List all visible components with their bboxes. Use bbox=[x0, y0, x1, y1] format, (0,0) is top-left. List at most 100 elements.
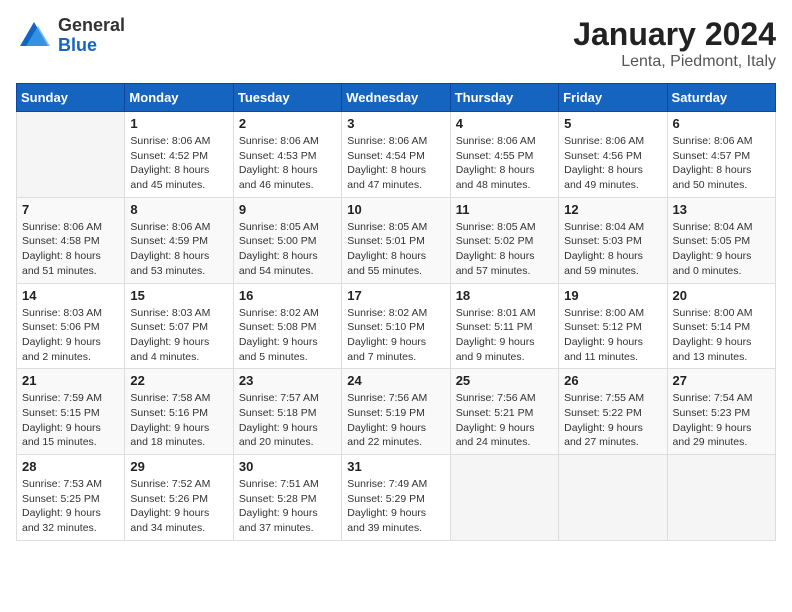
calendar-header: SundayMondayTuesdayWednesdayThursdayFrid… bbox=[17, 84, 776, 112]
calendar-cell: 19 Sunrise: 8:00 AMSunset: 5:12 PMDayligh… bbox=[559, 283, 667, 369]
day-number: 17 bbox=[347, 288, 444, 303]
calendar-cell: 27 Sunrise: 7:54 AMSunset: 5:23 PMDayligh… bbox=[667, 369, 775, 455]
day-number: 31 bbox=[347, 459, 444, 474]
calendar-table: SundayMondayTuesdayWednesdayThursdayFrid… bbox=[16, 83, 776, 541]
day-number: 19 bbox=[564, 288, 661, 303]
day-info: Sunrise: 8:06 AMSunset: 4:54 PMDaylight:… bbox=[347, 134, 444, 193]
calendar-cell: 22 Sunrise: 7:58 AMSunset: 5:16 PMDayligh… bbox=[125, 369, 233, 455]
day-info: Sunrise: 8:00 AMSunset: 5:14 PMDaylight:… bbox=[673, 306, 770, 365]
header-saturday: Saturday bbox=[667, 84, 775, 112]
day-number: 29 bbox=[130, 459, 227, 474]
header-tuesday: Tuesday bbox=[233, 84, 341, 112]
calendar-cell: 21 Sunrise: 7:59 AMSunset: 5:15 PMDayligh… bbox=[17, 369, 125, 455]
day-number: 26 bbox=[564, 373, 661, 388]
header-row: SundayMondayTuesdayWednesdayThursdayFrid… bbox=[17, 84, 776, 112]
day-info: Sunrise: 8:05 AMSunset: 5:00 PMDaylight:… bbox=[239, 220, 336, 279]
day-info: Sunrise: 7:57 AMSunset: 5:18 PMDaylight:… bbox=[239, 391, 336, 450]
calendar-cell bbox=[559, 455, 667, 541]
day-number: 6 bbox=[673, 116, 770, 131]
logo-icon bbox=[16, 18, 52, 54]
calendar-cell: 8Sunrise: 8:06 AMSunset: 4:59 PMDaylight… bbox=[125, 197, 233, 283]
calendar-cell: 26 Sunrise: 7:55 AMSunset: 5:22 PMDayligh… bbox=[559, 369, 667, 455]
calendar-cell: 4 Sunrise: 8:06 AMSunset: 4:55 PMDaylight… bbox=[450, 112, 558, 198]
day-number: 24 bbox=[347, 373, 444, 388]
calendar-week-1: 1Sunrise: 8:06 AMSunset: 4:52 PMDaylight… bbox=[17, 112, 776, 198]
calendar-cell: 23Sunrise: 7:57 AMSunset: 5:18 PMDayligh… bbox=[233, 369, 341, 455]
calendar-cell: 12 Sunrise: 8:04 AMSunset: 5:03 PMDayligh… bbox=[559, 197, 667, 283]
day-info: Sunrise: 8:06 AMSunset: 4:53 PMDaylight:… bbox=[239, 134, 336, 193]
day-number: 9 bbox=[239, 202, 336, 217]
calendar-cell: 2 Sunrise: 8:06 AMSunset: 4:53 PMDaylight… bbox=[233, 112, 341, 198]
day-number: 10 bbox=[347, 202, 444, 217]
day-number: 15 bbox=[130, 288, 227, 303]
logo: General Blue bbox=[16, 16, 125, 56]
calendar-week-2: 7 Sunrise: 8:06 AMSunset: 4:58 PMDaylight… bbox=[17, 197, 776, 283]
calendar-cell: 15 Sunrise: 8:03 AMSunset: 5:07 PMDayligh… bbox=[125, 283, 233, 369]
day-info: Sunrise: 7:56 AMSunset: 5:19 PMDaylight:… bbox=[347, 391, 444, 450]
calendar-cell: 14Sunrise: 8:03 AMSunset: 5:06 PMDayligh… bbox=[17, 283, 125, 369]
calendar-cell: 20 Sunrise: 8:00 AMSunset: 5:14 PMDayligh… bbox=[667, 283, 775, 369]
day-number: 2 bbox=[239, 116, 336, 131]
calendar-cell: 18 Sunrise: 8:01 AMSunset: 5:11 PMDayligh… bbox=[450, 283, 558, 369]
day-info: Sunrise: 8:00 AMSunset: 5:12 PMDaylight:… bbox=[564, 306, 661, 365]
day-number: 18 bbox=[456, 288, 553, 303]
day-number: 12 bbox=[564, 202, 661, 217]
day-number: 21 bbox=[22, 373, 119, 388]
header-thursday: Thursday bbox=[450, 84, 558, 112]
calendar-cell: 9 Sunrise: 8:05 AMSunset: 5:00 PMDaylight… bbox=[233, 197, 341, 283]
logo-blue: Blue bbox=[58, 36, 125, 56]
day-info: Sunrise: 8:02 AMSunset: 5:08 PMDaylight:… bbox=[239, 306, 336, 365]
header-wednesday: Wednesday bbox=[342, 84, 450, 112]
day-info: Sunrise: 7:53 AMSunset: 5:25 PMDaylight:… bbox=[22, 477, 119, 536]
calendar-cell: 24 Sunrise: 7:56 AMSunset: 5:19 PMDayligh… bbox=[342, 369, 450, 455]
calendar-cell: 6 Sunrise: 8:06 AMSunset: 4:57 PMDaylight… bbox=[667, 112, 775, 198]
calendar-cell: 30Sunrise: 7:51 AMSunset: 5:28 PMDayligh… bbox=[233, 455, 341, 541]
day-info: Sunrise: 8:05 AMSunset: 5:01 PMDaylight:… bbox=[347, 220, 444, 279]
day-info: Sunrise: 7:56 AMSunset: 5:21 PMDaylight:… bbox=[456, 391, 553, 450]
day-number: 16 bbox=[239, 288, 336, 303]
header-monday: Monday bbox=[125, 84, 233, 112]
day-number: 8 bbox=[130, 202, 227, 217]
day-info: Sunrise: 8:06 AMSunset: 4:57 PMDaylight:… bbox=[673, 134, 770, 193]
title-block: January 2024 Lenta, Piedmont, Italy bbox=[573, 16, 776, 71]
day-info: Sunrise: 8:03 AMSunset: 5:06 PMDaylight:… bbox=[22, 306, 119, 365]
day-number: 28 bbox=[22, 459, 119, 474]
day-number: 20 bbox=[673, 288, 770, 303]
page-header: General Blue January 2024 Lenta, Piedmon… bbox=[16, 16, 776, 71]
day-info: Sunrise: 8:06 AMSunset: 4:56 PMDaylight:… bbox=[564, 134, 661, 193]
day-number: 4 bbox=[456, 116, 553, 131]
day-number: 5 bbox=[564, 116, 661, 131]
day-info: Sunrise: 7:58 AMSunset: 5:16 PMDaylight:… bbox=[130, 391, 227, 450]
calendar-cell: 11Sunrise: 8:05 AMSunset: 5:02 PMDayligh… bbox=[450, 197, 558, 283]
day-number: 13 bbox=[673, 202, 770, 217]
calendar-cell: 17Sunrise: 8:02 AMSunset: 5:10 PMDayligh… bbox=[342, 283, 450, 369]
day-info: Sunrise: 7:59 AMSunset: 5:15 PMDaylight:… bbox=[22, 391, 119, 450]
day-number: 11 bbox=[456, 202, 553, 217]
day-info: Sunrise: 8:01 AMSunset: 5:11 PMDaylight:… bbox=[456, 306, 553, 365]
day-number: 7 bbox=[22, 202, 119, 217]
day-info: Sunrise: 8:04 AMSunset: 5:03 PMDaylight:… bbox=[564, 220, 661, 279]
day-info: Sunrise: 8:04 AMSunset: 5:05 PMDaylight:… bbox=[673, 220, 770, 279]
calendar-title: January 2024 bbox=[573, 16, 776, 53]
calendar-cell: 5 Sunrise: 8:06 AMSunset: 4:56 PMDaylight… bbox=[559, 112, 667, 198]
day-info: Sunrise: 7:54 AMSunset: 5:23 PMDaylight:… bbox=[673, 391, 770, 450]
logo-text: General Blue bbox=[58, 16, 125, 56]
day-number: 27 bbox=[673, 373, 770, 388]
header-sunday: Sunday bbox=[17, 84, 125, 112]
calendar-cell: 16 Sunrise: 8:02 AMSunset: 5:08 PMDayligh… bbox=[233, 283, 341, 369]
calendar-cell: 13 Sunrise: 8:04 AMSunset: 5:05 PMDayligh… bbox=[667, 197, 775, 283]
day-number: 3 bbox=[347, 116, 444, 131]
calendar-cell bbox=[450, 455, 558, 541]
calendar-cell bbox=[17, 112, 125, 198]
calendar-week-5: 28 Sunrise: 7:53 AMSunset: 5:25 PMDayligh… bbox=[17, 455, 776, 541]
logo-general: General bbox=[58, 16, 125, 36]
day-number: 22 bbox=[130, 373, 227, 388]
calendar-cell: 10 Sunrise: 8:05 AMSunset: 5:01 PMDayligh… bbox=[342, 197, 450, 283]
day-info: Sunrise: 7:55 AMSunset: 5:22 PMDaylight:… bbox=[564, 391, 661, 450]
calendar-subtitle: Lenta, Piedmont, Italy bbox=[573, 53, 776, 71]
day-number: 25 bbox=[456, 373, 553, 388]
day-info: Sunrise: 8:06 AMSunset: 4:55 PMDaylight:… bbox=[456, 134, 553, 193]
day-info: Sunrise: 8:03 AMSunset: 5:07 PMDaylight:… bbox=[130, 306, 227, 365]
day-info: Sunrise: 8:06 AMSunset: 4:58 PMDaylight:… bbox=[22, 220, 119, 279]
calendar-cell: 3 Sunrise: 8:06 AMSunset: 4:54 PMDaylight… bbox=[342, 112, 450, 198]
